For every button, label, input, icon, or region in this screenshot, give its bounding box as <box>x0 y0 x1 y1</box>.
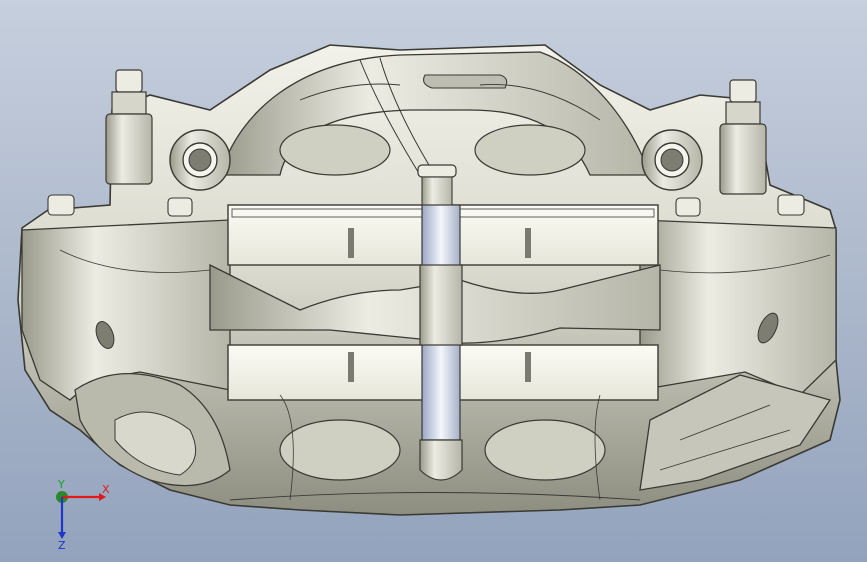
brake-caliper-model[interactable] <box>0 0 867 562</box>
z-axis-label: Z <box>58 539 66 550</box>
upper-bore-right <box>474 124 586 176</box>
lower-bore-left <box>279 419 401 481</box>
pad-retaining-pin <box>417 164 463 481</box>
upper-bore-left <box>279 124 391 176</box>
bolt-right-outer <box>777 194 805 216</box>
right-housing <box>639 219 837 396</box>
top-slot <box>423 74 508 89</box>
bolt-left-inner <box>167 197 193 217</box>
left-housing <box>21 219 231 401</box>
bolt-right-inner <box>675 197 701 217</box>
axis-triad: X Y Z <box>56 480 110 550</box>
lower-bore-right <box>484 419 606 481</box>
bleed-screw-left <box>105 69 153 185</box>
cad-viewport[interactable]: X Y Z <box>0 0 867 562</box>
y-axis-label: Y <box>57 480 65 491</box>
bolt-left-outer <box>47 194 75 216</box>
z-axis-arrow <box>58 532 66 539</box>
x-axis-label: X <box>102 483 110 496</box>
